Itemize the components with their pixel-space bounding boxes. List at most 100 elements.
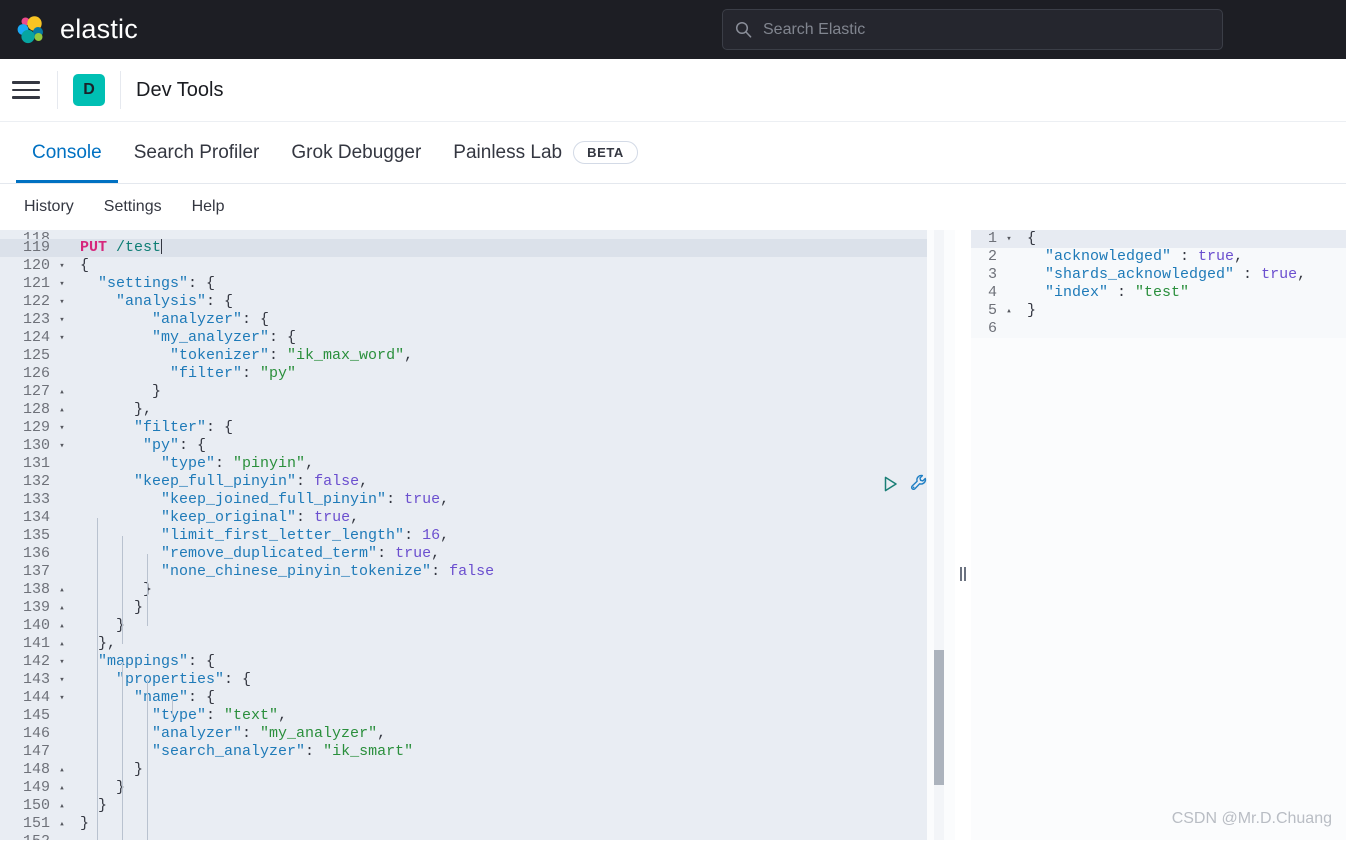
fold-toggle-icon[interactable]: ▴: [54, 797, 70, 815]
code-line[interactable]: 122 ▾ "analysis": {: [0, 293, 927, 311]
code-line[interactable]: 133 "keep_joined_full_pinyin": true,: [0, 491, 927, 509]
code-line[interactable]: 129 ▾ "filter": {: [0, 419, 927, 437]
fold-toggle-icon[interactable]: ▴: [54, 581, 70, 599]
code-line[interactable]: 146 "analyzer": "my_analyzer",: [0, 725, 927, 743]
request-code[interactable]: 118 119 PUT /test 120 ▾{121 ▾ "settings": {12…: [0, 230, 927, 840]
brand-name: elastic: [60, 14, 138, 44]
code-line[interactable]: 6: [971, 320, 1346, 338]
fold-toggle-icon[interactable]: ▾: [54, 293, 70, 311]
fold-toggle-icon[interactable]: ▾: [54, 419, 70, 437]
splitter-grip-icon[interactable]: [960, 567, 966, 581]
code-text: "settings": {: [80, 275, 216, 292]
code-line[interactable]: 148 ▴ }: [0, 761, 927, 779]
fold-toggle-icon[interactable]: ▴: [54, 779, 70, 797]
line-number: 5: [987, 302, 997, 319]
line-number: 138: [22, 581, 50, 598]
code-text: }: [80, 599, 144, 616]
code-line[interactable]: 143 ▾ "properties": {: [0, 671, 927, 689]
code-line[interactable]: 119 PUT /test: [0, 239, 927, 257]
fold-toggle-icon[interactable]: ▴: [54, 761, 70, 779]
fold-toggle-icon[interactable]: ▾: [54, 257, 70, 275]
search-input[interactable]: [763, 20, 1210, 39]
code-line[interactable]: 134 "keep_original": true,: [0, 509, 927, 527]
code-line[interactable]: 138 ▴ }: [0, 581, 927, 599]
brand[interactable]: elastic: [0, 13, 138, 47]
tab-painless-lab[interactable]: Painless Lab BETA: [437, 122, 654, 183]
menu-item-help[interactable]: Help: [182, 194, 235, 220]
fold-toggle-icon[interactable]: ▴: [54, 383, 70, 401]
fold-toggle-icon[interactable]: ▾: [54, 671, 70, 689]
code-line[interactable]: 150 ▴ }: [0, 797, 927, 815]
code-line[interactable]: 124 ▾ "my_analyzer": {: [0, 329, 927, 347]
code-line[interactable]: 125 "tokenizer": "ik_max_word",: [0, 347, 927, 365]
code-text: }: [80, 581, 153, 598]
global-search[interactable]: [722, 9, 1223, 50]
wrench-icon[interactable]: [909, 473, 930, 494]
code-line[interactable]: 118: [0, 230, 927, 239]
code-text: "remove_duplicated_term": true,: [80, 545, 441, 562]
code-line[interactable]: 140 ▴ }: [0, 617, 927, 635]
code-line[interactable]: 132 "keep_full_pinyin": false,: [0, 473, 927, 491]
code-line[interactable]: 126 "filter": "py": [0, 365, 927, 383]
menu-item-history[interactable]: History: [14, 194, 84, 220]
fold-toggle-icon[interactable]: ▾: [54, 653, 70, 671]
code-text: "analyzer": "my_analyzer",: [80, 725, 387, 742]
fold-toggle-icon[interactable]: ▾: [54, 275, 70, 293]
code-line[interactable]: 121 ▾ "settings": {: [0, 275, 927, 293]
code-line[interactable]: 144 ▾ "name": {: [0, 689, 927, 707]
code-line[interactable]: 3 "shards_acknowledged" : true,: [971, 266, 1346, 284]
code-line[interactable]: 120 ▾ {: [0, 257, 927, 275]
fold-toggle-icon[interactable]: ▴: [1001, 302, 1017, 320]
fold-toggle-icon[interactable]: ▴: [54, 635, 70, 653]
menu-item-settings[interactable]: Settings: [94, 194, 172, 220]
tab-label: Search Profiler: [133, 141, 260, 163]
code-line[interactable]: 141 ▴ },: [0, 635, 927, 653]
code-line[interactable]: 1 ▾ {: [971, 230, 1346, 248]
fold-toggle-icon[interactable]: ▾: [54, 311, 70, 329]
line-number: 139: [22, 599, 50, 616]
code-line[interactable]: 4 "index" : "test": [971, 284, 1346, 302]
fold-toggle-icon[interactable]: ▴: [54, 815, 70, 833]
line-number: 119: [22, 239, 50, 256]
tab-console[interactable]: Console: [16, 122, 118, 183]
fold-toggle-icon[interactable]: ▴: [54, 401, 70, 419]
code-line[interactable]: 152: [0, 833, 927, 840]
code-line[interactable]: 127 ▴ }: [0, 383, 927, 401]
watermark: CSDN @Mr.D.Chuang: [1171, 810, 1332, 827]
fold-toggle-icon[interactable]: ▾: [54, 689, 70, 707]
code-text: "limit_first_letter_length": 16,: [80, 527, 450, 544]
code-line[interactable]: 151 ▴}: [0, 815, 927, 833]
code-line[interactable]: 142 ▾ "mappings": {: [0, 653, 927, 671]
fold-toggle-icon[interactable]: ▴: [54, 617, 70, 635]
request-editor[interactable]: 118 119 PUT /test 120 ▾{121 ▾ "settings": {12…: [0, 230, 955, 840]
code-line[interactable]: 136 "remove_duplicated_term": true,: [0, 545, 927, 563]
panel-splitter[interactable]: [955, 230, 971, 840]
code-line[interactable]: 123 ▾ "analyzer": {: [0, 311, 927, 329]
play-request-icon[interactable]: [880, 474, 900, 494]
code-line[interactable]: 130 ▾ "py": {: [0, 437, 927, 455]
code-line[interactable]: 131 "type": "pinyin",: [0, 455, 927, 473]
code-line[interactable]: 139 ▴ }: [0, 599, 927, 617]
editor-scrollbar-thumb[interactable]: [934, 650, 944, 785]
code-line[interactable]: 147 "search_analyzer": "ik_smart": [0, 743, 927, 761]
tab-search-profiler[interactable]: Search Profiler: [118, 122, 276, 183]
fold-toggle-icon[interactable]: ▾: [1001, 230, 1017, 248]
code-line[interactable]: 5 ▴}: [971, 302, 1346, 320]
hamburger-menu-icon[interactable]: [12, 75, 42, 105]
code-text: }: [80, 797, 108, 814]
code-line[interactable]: 2 "acknowledged" : true,: [971, 248, 1346, 266]
tab-grok-debugger[interactable]: Grok Debugger: [275, 122, 437, 183]
line-number: 135: [22, 527, 50, 544]
code-text: "analyzer": {: [80, 311, 270, 328]
fold-toggle-icon[interactable]: ▴: [54, 599, 70, 617]
code-line[interactable]: 128 ▴ },: [0, 401, 927, 419]
fold-toggle-icon[interactable]: ▾: [54, 437, 70, 455]
response-panel[interactable]: 1 ▾{2 "acknowledged" : true, 3 "shards_ack…: [971, 230, 1346, 840]
code-line[interactable]: 145 "type": "text",: [0, 707, 927, 725]
fold-toggle-icon[interactable]: ▾: [54, 329, 70, 347]
code-line[interactable]: 135 "limit_first_letter_length": 16,: [0, 527, 927, 545]
line-number: 122: [22, 293, 50, 310]
line-number: 127: [22, 383, 50, 400]
code-line[interactable]: 149 ▴ }: [0, 779, 927, 797]
code-line[interactable]: 137 "none_chinese_pinyin_tokenize": fals…: [0, 563, 927, 581]
